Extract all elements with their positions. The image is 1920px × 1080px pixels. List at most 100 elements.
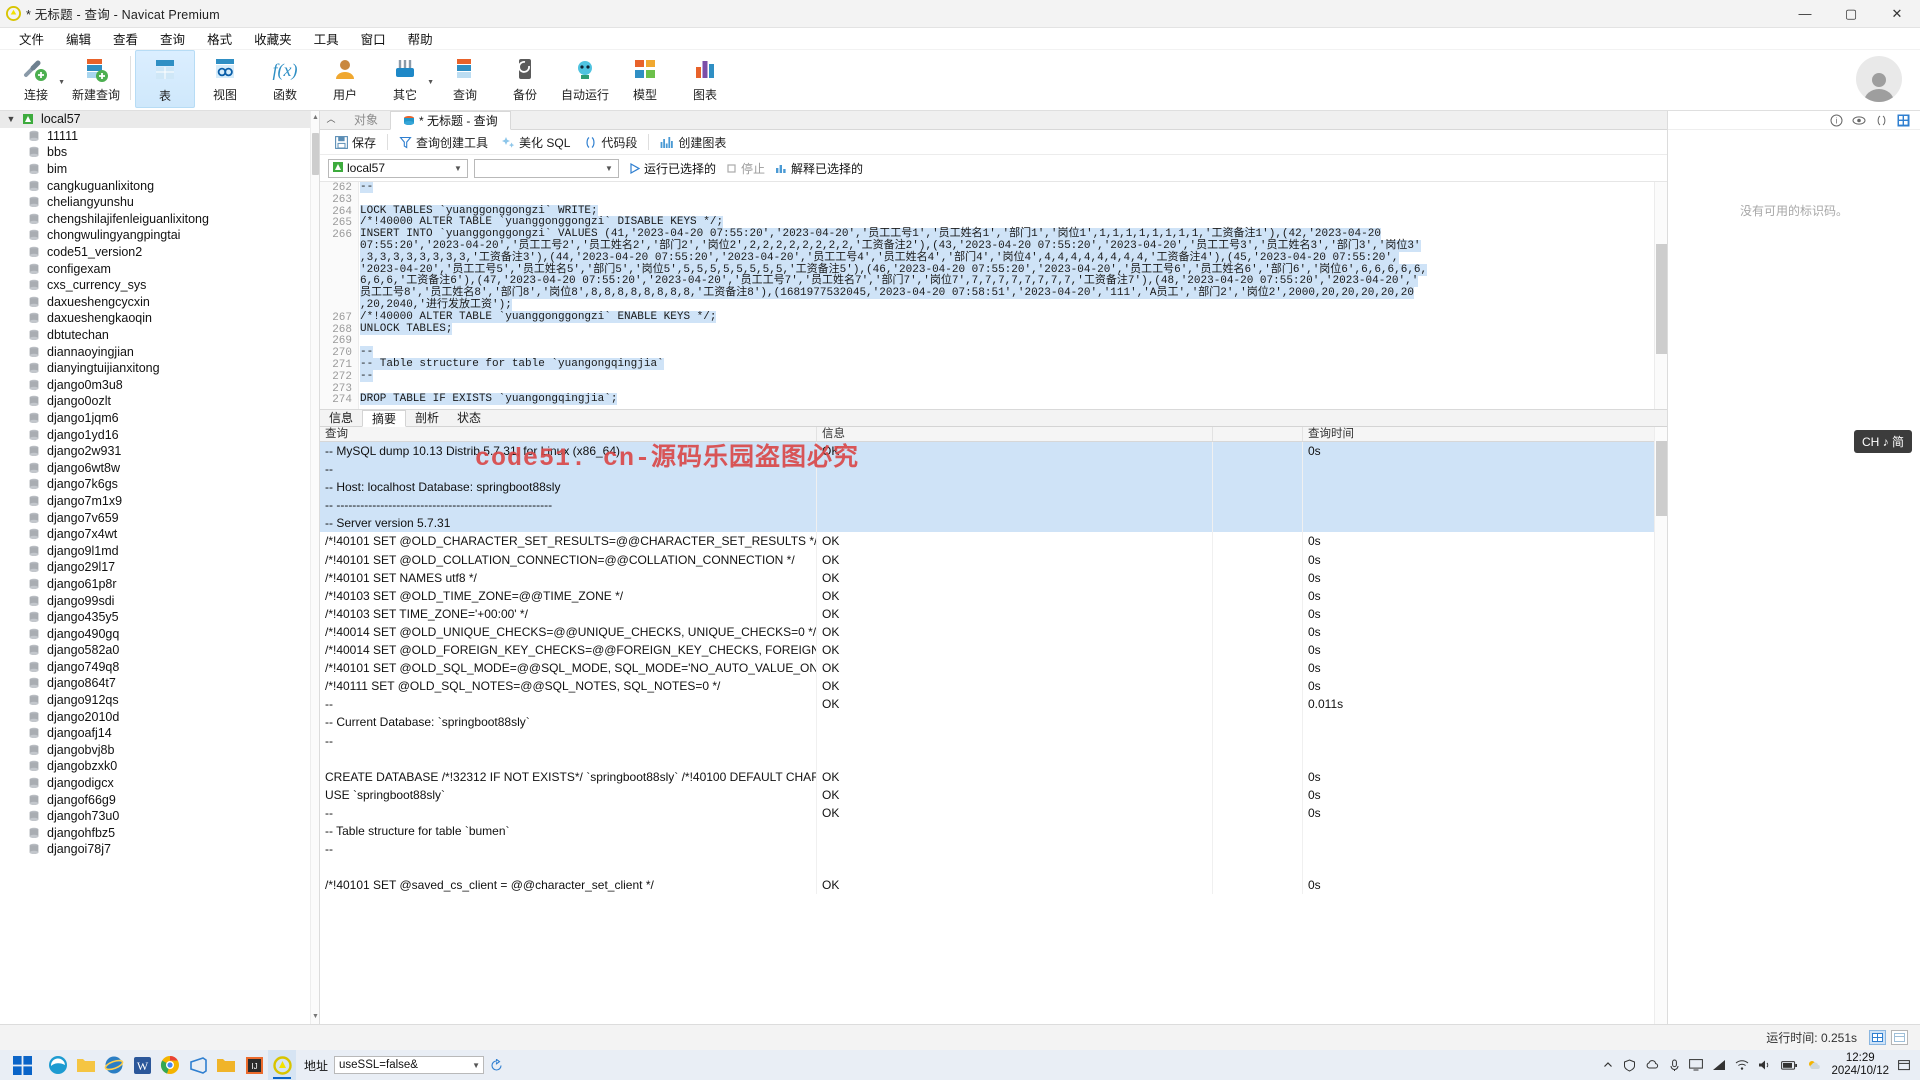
result-tab-摘要[interactable]: 摘要: [362, 410, 407, 427]
tree-node-database[interactable]: django2w931: [0, 443, 319, 460]
tree-node-database[interactable]: code51_version2: [0, 244, 319, 261]
grid-header-query[interactable]: 查询: [320, 427, 817, 441]
editor-scrollbar[interactable]: [1654, 182, 1667, 409]
grid-view-button[interactable]: [1869, 1030, 1886, 1045]
tree-node-database[interactable]: django61p8r: [0, 576, 319, 593]
tree-node-database[interactable]: django749q8: [0, 659, 319, 676]
menu-item-7[interactable]: 窗口: [350, 27, 397, 50]
table-row[interactable]: [320, 749, 1667, 768]
tree-node-database[interactable]: django7k6gs: [0, 476, 319, 493]
tree-node-database[interactable]: django864t7: [0, 675, 319, 692]
result-tab-状态[interactable]: 状态: [448, 409, 491, 426]
tree-node-database[interactable]: djangoafj14: [0, 725, 319, 742]
tree-node-database[interactable]: daxueshengkaoqin: [0, 310, 319, 327]
query-toolbar-snippet[interactable]: 代码段: [577, 131, 644, 153]
table-row[interactable]: --: [320, 731, 1667, 750]
chrome-icon[interactable]: [156, 1050, 184, 1080]
table-row[interactable]: -- Server version 5.7.31: [320, 514, 1667, 533]
code-line[interactable]: ,20,2040,'进行发放工资');: [360, 298, 1653, 312]
tree-node-database[interactable]: 11111: [0, 128, 319, 145]
result-tab-剖析[interactable]: 剖析: [406, 409, 449, 426]
tree-node-database[interactable]: django582a0: [0, 642, 319, 659]
tree-node-database[interactable]: django2010d: [0, 708, 319, 725]
tree-node-database[interactable]: dbtutechan: [0, 327, 319, 344]
table-row[interactable]: /*!40101 SET @saved_cs_client = @@charac…: [320, 876, 1667, 895]
start-icon[interactable]: [0, 1050, 44, 1080]
scroll-down-arrow[interactable]: ▼: [312, 1012, 319, 1022]
result-grid[interactable]: 查询 信息 查询时间 -- MySQL dump 10.13 Distrib 5…: [320, 427, 1667, 1024]
battery-icon[interactable]: [1781, 1060, 1798, 1071]
tree-node-database[interactable]: daxueshengcycxin: [0, 294, 319, 311]
menu-item-3[interactable]: 查询: [149, 27, 196, 50]
table-row[interactable]: /*!40101 SET @OLD_CHARACTER_SET_RESULTS=…: [320, 532, 1667, 551]
edge-icon[interactable]: [44, 1050, 72, 1080]
folder-icon[interactable]: [212, 1050, 240, 1080]
tree-node-database[interactable]: django9l1md: [0, 542, 319, 559]
table-row[interactable]: USE `springboot88sly` OK 0s: [320, 785, 1667, 804]
code-line[interactable]: UNLOCK TABLES;: [360, 322, 1653, 336]
network-icon[interactable]: [1712, 1059, 1726, 1071]
tree-node-database[interactable]: django99sdi: [0, 592, 319, 609]
sql-editor[interactable]: 262 263 264 265 266 267 268 269 270 271 272 273 274 …: [320, 182, 1667, 410]
form-view-button[interactable]: [1891, 1030, 1908, 1045]
table-row[interactable]: /*!40103 SET @OLD_TIME_ZONE=@@TIME_ZONE …: [320, 586, 1667, 605]
monitor-icon[interactable]: [1689, 1059, 1704, 1071]
collapse-icon[interactable]: ︿: [320, 110, 342, 129]
word-icon[interactable]: W: [128, 1050, 156, 1080]
table-row[interactable]: --: [320, 840, 1667, 859]
tree-node-database[interactable]: djangoi78j7: [0, 841, 319, 858]
table-row[interactable]: /*!40101 SET NAMES utf8 */OK 0s: [320, 568, 1667, 587]
tree-node-database[interactable]: django29l17: [0, 559, 319, 576]
toolbar-button-自动运行[interactable]: 自动运行: [555, 50, 615, 108]
sql-code-area[interactable]: -- LOCK TABLES `yuanggonggongzi` WRITE;/*…: [360, 182, 1653, 409]
toolbar-button-连接[interactable]: 连接 ▼: [6, 50, 66, 108]
tree-node-database[interactable]: djangof66g9: [0, 791, 319, 808]
chevron-up-icon[interactable]: [1602, 1059, 1614, 1071]
query-toolbar-create-chart[interactable]: 创建图表: [653, 131, 733, 153]
grid-header-blank[interactable]: [1213, 427, 1303, 441]
tree-node-database[interactable]: django6wt8w: [0, 459, 319, 476]
idea-icon[interactable]: IJ: [240, 1050, 268, 1080]
tree-node-database[interactable]: django0ozlt: [0, 393, 319, 410]
menu-item-5[interactable]: 收藏夹: [243, 27, 303, 50]
table-row[interactable]: -- OK 0s: [320, 803, 1667, 822]
query-toolbar-save[interactable]: 保存: [328, 131, 383, 153]
brackets-icon[interactable]: [1875, 114, 1888, 127]
avatar[interactable]: [1856, 56, 1902, 102]
speaker-icon[interactable]: [1758, 1059, 1772, 1071]
table-row[interactable]: [320, 858, 1667, 877]
chevron-down-icon[interactable]: ▼: [427, 79, 434, 86]
minimize-button[interactable]: —: [1782, 0, 1828, 28]
tree-node-database[interactable]: djangohfbz5: [0, 825, 319, 842]
toolbar-button-视图[interactable]: 视图: [195, 50, 255, 108]
scroll-up-arrow[interactable]: ▲: [312, 113, 319, 123]
tree-node-database[interactable]: django1yd16: [0, 426, 319, 443]
table-row[interactable]: -- OK 0.011s: [320, 695, 1667, 714]
toolbar-button-模型[interactable]: 模型: [615, 50, 675, 108]
tree-node-database[interactable]: djangobvj8b: [0, 742, 319, 759]
tree-node-database[interactable]: django435y5: [0, 609, 319, 626]
table-row[interactable]: -- -------------------------------------…: [320, 496, 1667, 515]
menu-item-2[interactable]: 查看: [102, 27, 149, 50]
database-select[interactable]: ▼: [474, 158, 619, 178]
sidebar-scroll-thumb[interactable]: [312, 133, 319, 175]
grid-scrollbar[interactable]: [1654, 427, 1667, 1024]
table-row[interactable]: /*!40014 SET @OLD_FOREIGN_KEY_CHECKS=@@F…: [320, 641, 1667, 660]
code-line[interactable]: --: [360, 182, 1653, 194]
table-row[interactable]: -- Table structure for table `bumen`: [320, 821, 1667, 841]
toolbar-button-查询[interactable]: 查询: [435, 50, 495, 108]
sidebar-scrollbar[interactable]: ▲ ▼: [310, 111, 319, 1024]
code-line[interactable]: DROP TABLE IF EXISTS `yuangongqingjia`;: [360, 393, 1653, 406]
explain-selected-button[interactable]: 解释已选择的: [775, 160, 863, 177]
table-row[interactable]: /*!40103 SET TIME_ZONE='+00:00' */OK 0s: [320, 604, 1667, 623]
tree-node-database[interactable]: diannaoyingjian: [0, 343, 319, 360]
chevron-down-icon[interactable]: ▼: [58, 79, 65, 86]
menu-item-4[interactable]: 格式: [196, 27, 243, 50]
eye-icon[interactable]: [1852, 114, 1866, 127]
info-icon[interactable]: i: [1830, 114, 1843, 127]
grid-header-info[interactable]: 信息: [817, 427, 1213, 441]
query-toolbar-query-builder[interactable]: 查询创建工具: [392, 131, 495, 153]
table-row[interactable]: --: [320, 460, 1667, 479]
toolbar-button-用户[interactable]: 用户: [315, 50, 375, 108]
tree-node-database[interactable]: django912qs: [0, 692, 319, 709]
